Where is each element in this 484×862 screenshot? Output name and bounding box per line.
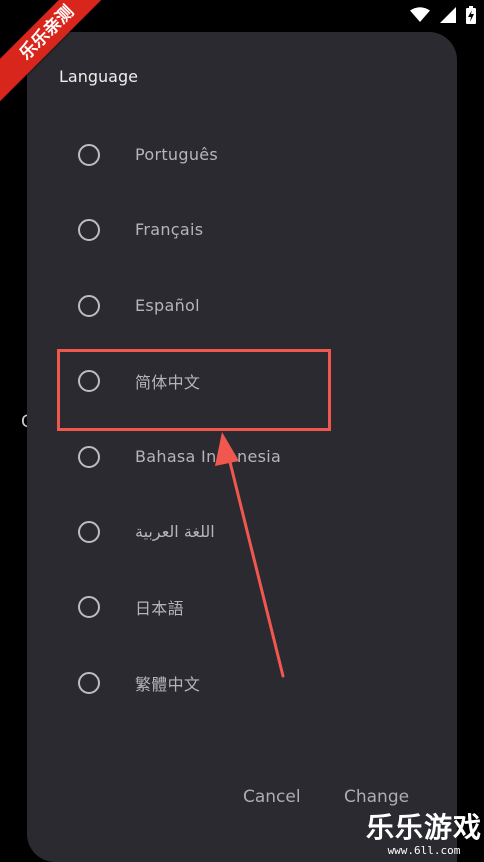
- watermark-url-text: www.6ll.com: [387, 844, 461, 857]
- brand-watermark: 乐乐游戏 www.6ll.com: [366, 812, 482, 858]
- watermark-brand-text: 乐乐游戏: [366, 811, 483, 844]
- annotation-arrow-icon: [215, 432, 285, 678]
